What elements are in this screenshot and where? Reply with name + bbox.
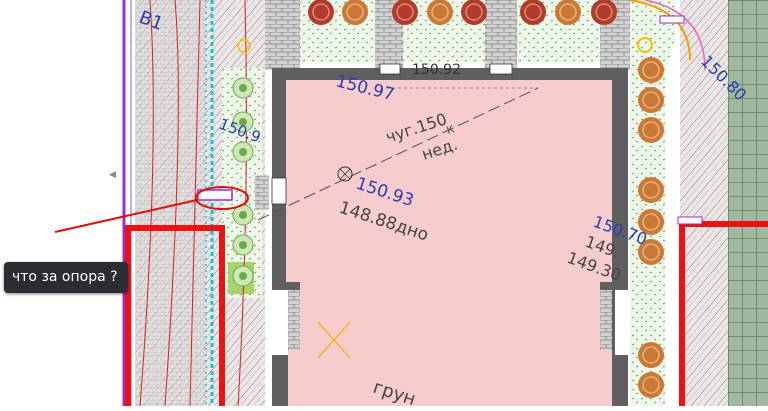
purple-mark-right [677,216,703,225]
door-top-2 [489,63,513,75]
column-left [288,290,300,350]
comment-text: что за опора ? [12,269,118,285]
drawing-canvas[interactable]: 150.92 150.97 150.9 150.93 148.88дно чуг… [0,0,768,410]
comment-bubble[interactable]: что за опора ? [4,262,128,293]
column-right [600,290,612,350]
door-left [271,177,287,205]
right-green-grid [728,0,768,406]
top-paving-1 [265,0,300,70]
triangle-left-icon[interactable]: ◀ [109,170,119,182]
elev-top-small: 150.92 [412,62,461,78]
top-paving-3 [485,0,517,70]
door-top-1 [379,63,401,75]
site-plan-drawing: 150.92 150.97 150.9 150.93 148.88дно чуг… [54,0,768,410]
wall-pave-left [255,175,269,210]
purple-mark-top [659,15,685,24]
